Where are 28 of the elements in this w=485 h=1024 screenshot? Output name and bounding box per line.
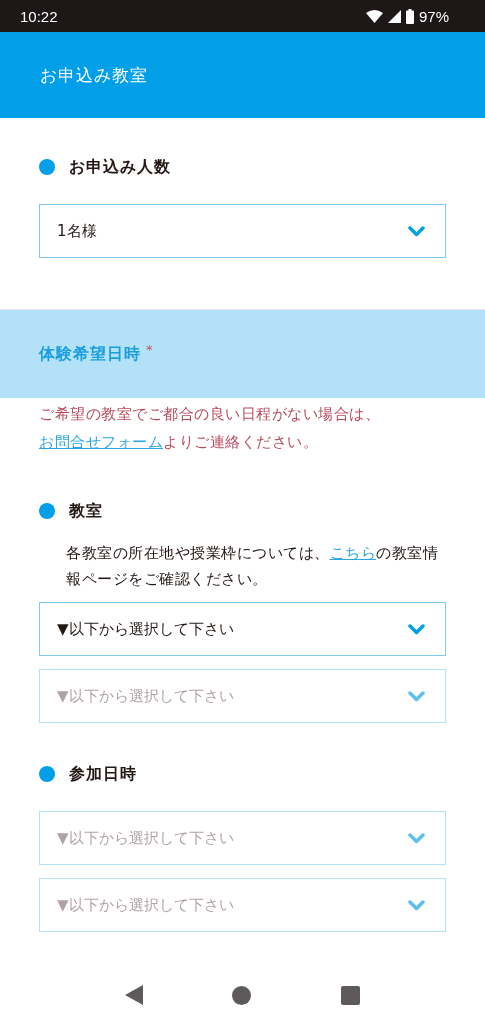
chevron-down-icon (408, 690, 425, 702)
field-description: 各教室の所在地や授業枠については、こちらの教室情報ページをご確認ください。 (66, 543, 439, 590)
required-mark: * (146, 341, 153, 357)
dropdown-select[interactable]: ▼以下から選択して下さい (39, 602, 446, 656)
text-link[interactable]: こちら (329, 544, 376, 562)
page-title: お申込み教室 (40, 63, 148, 87)
recents-icon[interactable] (341, 985, 361, 1005)
bullet-dot-icon (39, 159, 55, 175)
section-title: 体験希望日時 (39, 343, 141, 365)
chevron-down-icon (408, 832, 425, 844)
bullet-dot-icon (39, 503, 55, 519)
chevron-down-icon (408, 225, 425, 237)
bullet-dot-icon (39, 766, 55, 782)
chevron-down-icon (408, 623, 425, 635)
battery-icon (405, 8, 414, 24)
text-link[interactable]: お問合せフォーム (39, 433, 163, 451)
dropdown-select[interactable]: 1名様 (39, 204, 446, 258)
field-label: 教室 (69, 500, 103, 522)
field-label: お申込み人数 (69, 156, 171, 178)
home-icon[interactable] (232, 985, 252, 1005)
signal-icon (387, 9, 401, 23)
field-label: 参加日時 (69, 763, 137, 785)
clock-time: 10:22 (20, 7, 59, 25)
wifi-icon (365, 9, 383, 23)
battery-percentage: 97% (418, 7, 449, 25)
chevron-down-icon (408, 899, 425, 911)
notice-text: ご希望の教室でご都合の良い日程がない場合は、 お問合せフォームよりご連絡ください。 (39, 404, 381, 453)
back-icon[interactable] (124, 985, 143, 1005)
